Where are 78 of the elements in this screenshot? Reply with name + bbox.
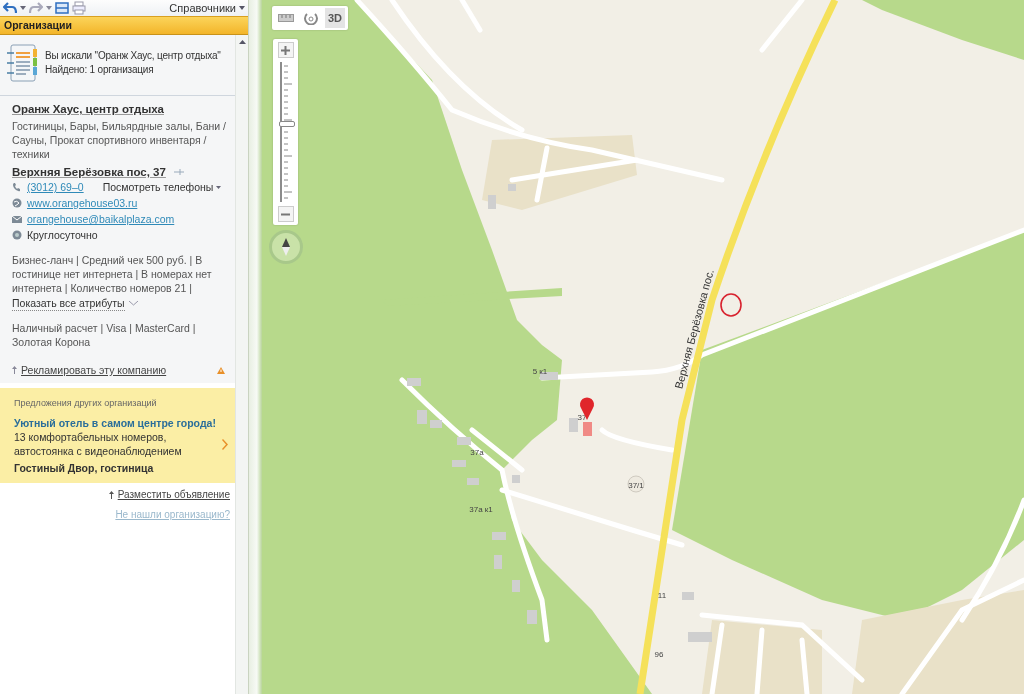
- up-arrow-icon: [12, 366, 17, 374]
- caret-icon: [216, 185, 222, 189]
- building: [430, 420, 442, 428]
- house-number-label: 37а: [470, 448, 484, 457]
- envelope-icon: [12, 214, 22, 224]
- scroll-up-arrow-icon[interactable]: [238, 40, 246, 44]
- categories-text: Гостиницы, Бары, Бильярдные залы, Бани / Сауны, Прокат спортивного инвентаря / техники: [12, 119, 227, 161]
- gear-icon: [12, 230, 22, 240]
- map-marker-icon[interactable]: [580, 397, 594, 420]
- location-ring: [720, 293, 742, 317]
- plus-icon: [281, 45, 290, 55]
- phone-icon: [12, 182, 22, 192]
- chevron-down-icon: [128, 301, 138, 306]
- highlighted-building: [583, 422, 592, 436]
- compass-needle-icon: [282, 238, 290, 256]
- ad-heading: Предложения других организаций: [14, 397, 158, 410]
- building: [527, 610, 537, 624]
- address-link[interactable]: Верхняя Берёзовка пос, 37: [12, 165, 166, 179]
- ad-text: 13 комфортабельных номеров, автостоянка с видеонаблюдением: [14, 430, 183, 458]
- chevron-right-icon[interactable]: [222, 438, 229, 450]
- building: [688, 632, 712, 642]
- traffic-icon: [304, 11, 318, 25]
- building: [682, 592, 694, 600]
- organization-name-link[interactable]: Оранж Хаус, центр отдыха: [12, 102, 164, 116]
- minus-icon: [281, 212, 290, 216]
- building: [540, 372, 558, 380]
- ad-company: Гостиный Двор, гостиница: [14, 461, 155, 475]
- house-number-label: 11: [657, 591, 667, 600]
- panel-title: Организации: [0, 16, 248, 35]
- house-number-label: 5 к1: [532, 367, 548, 376]
- zoom-out-button[interactable]: [277, 206, 294, 222]
- building: [452, 460, 466, 467]
- building: [488, 195, 496, 209]
- road: [759, 0, 805, 53]
- place-circle-icon: [627, 475, 645, 493]
- 3d-button[interactable]: 3D: [325, 8, 346, 28]
- layout-icon[interactable]: [55, 2, 69, 14]
- building: [494, 555, 502, 569]
- house-number-label: 37а к1: [469, 505, 493, 514]
- payment-methods-text: Наличный расчет | Visa | MasterCard | Золотая Корона: [12, 321, 197, 349]
- show-phones-button[interactable]: Посмотреть телефоны: [102, 180, 222, 194]
- email-link[interactable]: orangehouse@baikalplaza.com: [27, 212, 175, 226]
- zoom-slider-thumb[interactable]: [278, 120, 295, 127]
- ruler-icon: [278, 14, 294, 22]
- zoom-in-button[interactable]: [277, 42, 294, 58]
- building: [457, 437, 471, 445]
- house-number-label: 37/1: [628, 481, 644, 490]
- building: [569, 418, 578, 432]
- phone-link[interactable]: (3012) 69–0: [27, 180, 84, 194]
- building: [407, 378, 421, 386]
- forward-arrow-icon[interactable]: [29, 2, 43, 14]
- caret-icon[interactable]: [20, 6, 26, 10]
- notebook-icon: [6, 43, 40, 83]
- attributes-text: Бизнес-ланч | Средний чек 500 руб. | В гостинице нет интернета | В номерах нет интернета | Количество номеров 21 |: [12, 253, 213, 295]
- hours-text: Круглосуточно: [27, 228, 98, 242]
- up-arrow-icon: [108, 490, 114, 499]
- website-link[interactable]: www.orangehouse03.ru: [27, 196, 138, 210]
- pin-icon[interactable]: [173, 169, 184, 175]
- building: [512, 475, 520, 483]
- warning-icon[interactable]: [217, 366, 225, 374]
- globe-icon: [12, 198, 22, 208]
- search-query-text: Вы искали "Оранж Хаус, центр отдыха": [45, 49, 221, 63]
- print-icon[interactable]: [72, 1, 86, 15]
- compass-button[interactable]: [269, 230, 303, 264]
- show-all-attributes-button[interactable]: Показать все атрибуты: [12, 296, 138, 311]
- caret-icon: [239, 6, 245, 10]
- results-count: Найдено: 1 организация: [45, 63, 155, 77]
- building: [492, 532, 506, 540]
- house-number-label: 96: [654, 650, 664, 659]
- caret-icon[interactable]: [46, 6, 52, 10]
- post-ad-link[interactable]: Разместить объявление: [117, 489, 230, 500]
- advertise-link[interactable]: Рекламировать эту компанию: [21, 363, 167, 377]
- ad-title-link[interactable]: Уютный отель в самом центре города!: [14, 416, 229, 430]
- back-arrow-icon[interactable]: [3, 2, 17, 14]
- building: [508, 184, 516, 191]
- building: [512, 580, 520, 592]
- building: [417, 410, 427, 424]
- building: [467, 478, 479, 485]
